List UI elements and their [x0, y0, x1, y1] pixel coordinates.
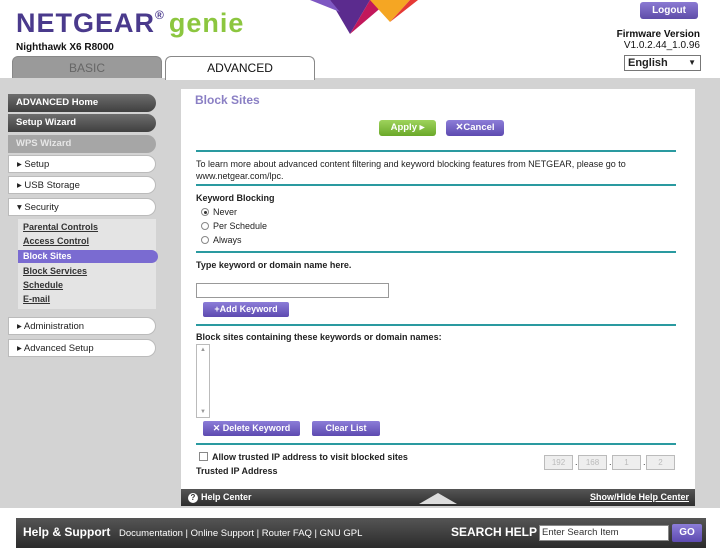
radio-icon: [201, 236, 209, 244]
show-hide-help-link[interactable]: Show/Hide Help Center: [590, 492, 689, 502]
keyword-prompt-label: Type keyword or domain name here.: [196, 260, 352, 270]
firmware-label: Firmware Version: [616, 29, 700, 40]
block-list-label: Block sites containing these keywords or…: [196, 332, 442, 342]
cancel-button[interactable]: ✕Cancel: [446, 120, 504, 136]
language-value: English: [628, 57, 668, 69]
sidebar-item-email[interactable]: E-mail: [18, 293, 158, 306]
tab-basic[interactable]: BASIC: [12, 56, 162, 79]
page-title: Block Sites: [195, 93, 260, 107]
divider: [196, 324, 676, 326]
sidebar-administration[interactable]: ▸ Administration: [8, 317, 156, 335]
help-icon: ?: [188, 493, 198, 503]
brand-text: NETGEAR: [16, 8, 156, 38]
delete-keyword-button[interactable]: ✕ Delete Keyword: [203, 421, 300, 436]
trusted-ip-octet-1[interactable]: 192: [544, 455, 573, 470]
trusted-ip-octet-4[interactable]: 2: [646, 455, 675, 470]
sidebar-security[interactable]: ▾ Security: [8, 198, 156, 216]
radio-always-label: Always: [213, 235, 242, 245]
decorative-triangles-graphic: [310, 0, 418, 34]
checkbox-icon: [199, 452, 208, 461]
radio-always[interactable]: Always: [201, 235, 242, 245]
radio-per-schedule-label: Per Schedule: [213, 221, 268, 231]
radio-selected-icon: [201, 208, 209, 216]
divider: [196, 150, 676, 152]
divider: [196, 251, 676, 253]
content-panel: Block Sites Apply ▸ ✕Cancel To learn mor…: [181, 89, 695, 489]
netgear-logo: NETGEAR® genie: [16, 8, 244, 39]
expand-help-icon[interactable]: [419, 493, 457, 504]
info-text: To learn more about advanced content fil…: [196, 159, 626, 181]
help-center-bar: ? Help Center Show/Hide Help Center: [181, 489, 695, 506]
sidebar-item-block-services[interactable]: Block Services: [18, 265, 158, 278]
sidebar-item-parental-controls[interactable]: Parental Controls: [18, 221, 158, 234]
sidebar-item-access-control[interactable]: Access Control: [18, 235, 158, 248]
blocked-keywords-list[interactable]: ▲ ▼: [196, 344, 210, 418]
main-area: ADVANCED Home Setup Wizard WPS Wizard ▸ …: [0, 78, 720, 508]
radio-never[interactable]: Never: [201, 207, 237, 217]
search-help-label: SEARCH HELP: [451, 525, 538, 539]
trusted-ip-octet-2[interactable]: 168: [578, 455, 607, 470]
sidebar-wps-wizard[interactable]: WPS Wizard: [8, 135, 156, 153]
allow-trusted-ip-label: Allow trusted IP address to visit blocke…: [212, 452, 408, 462]
language-select[interactable]: English ▼: [624, 55, 701, 71]
sidebar-item-schedule[interactable]: Schedule: [18, 279, 158, 292]
trusted-ip-octet-3[interactable]: 1: [612, 455, 641, 470]
radio-never-label: Never: [213, 207, 238, 217]
search-input[interactable]: Enter Search Item: [539, 525, 669, 541]
sidebar-advanced-home[interactable]: ADVANCED Home: [8, 94, 156, 112]
sidebar-advanced-setup[interactable]: ▸ Advanced Setup: [8, 339, 156, 357]
keyword-blocking-label: Keyword Blocking: [196, 193, 275, 203]
apply-button[interactable]: Apply ▸: [379, 120, 436, 136]
radio-icon: [201, 222, 209, 230]
scroll-down-icon[interactable]: ▼: [200, 409, 206, 415]
scroll-up-icon[interactable]: ▲: [200, 347, 206, 353]
allow-trusted-ip-checkbox[interactable]: Allow trusted IP address to visit blocke…: [199, 452, 408, 462]
header: NETGEAR® genie Nighthawk X6 R8000 Logout …: [0, 0, 720, 80]
search-go-button[interactable]: GO: [672, 524, 702, 542]
logout-button[interactable]: Logout: [640, 2, 698, 19]
trusted-ip-label: Trusted IP Address: [196, 466, 278, 476]
help-support-title: Help & Support: [23, 525, 111, 539]
dropdown-arrow-icon: ▼: [688, 58, 696, 67]
genie-text: genie: [168, 8, 245, 38]
sidebar-setup[interactable]: ▸ Setup: [8, 155, 156, 173]
sidebar-usb-storage[interactable]: ▸ USB Storage: [8, 176, 156, 194]
firmware-version: V1.0.2.44_1.0.96: [623, 40, 700, 51]
brand-reg: ®: [155, 8, 165, 22]
add-keyword-button[interactable]: +Add Keyword: [203, 302, 289, 317]
sidebar-setup-wizard[interactable]: Setup Wizard: [8, 114, 156, 132]
model-name: Nighthawk X6 R8000: [16, 42, 114, 53]
radio-per-schedule[interactable]: Per Schedule: [201, 221, 267, 231]
help-center-label: Help Center: [201, 492, 252, 502]
divider: [196, 184, 676, 186]
tab-advanced[interactable]: ADVANCED: [165, 56, 315, 80]
clear-list-button[interactable]: Clear List: [312, 421, 380, 436]
footer: Help & Support Documentation | Online Su…: [16, 518, 706, 548]
divider: [196, 443, 676, 445]
sidebar-item-block-sites[interactable]: Block Sites: [18, 250, 158, 263]
footer-links[interactable]: Documentation | Online Support | Router …: [119, 528, 362, 539]
keyword-input[interactable]: [196, 283, 389, 298]
help-center-title: ? Help Center: [188, 492, 252, 503]
